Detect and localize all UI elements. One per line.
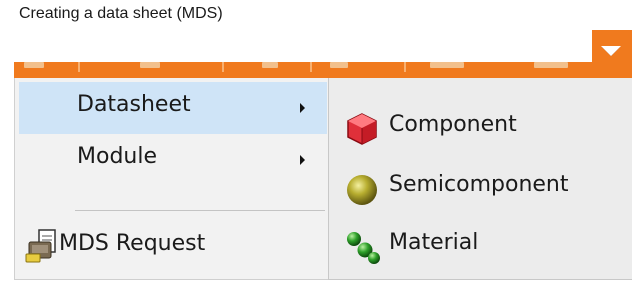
submenu-item-material[interactable]: Material [329,220,629,270]
main-menu: Datasheet Module MDS Request [14,78,330,280]
submenu-item-label: Component [389,112,517,137]
submenu-item-semicomponent[interactable]: Semicomponent [329,162,629,212]
submenu-arrow-icon [300,155,305,165]
submenu-item-component[interactable]: Component [329,102,629,152]
chevron-down-icon [601,46,621,56]
material-molecule-icon [347,232,380,264]
toolbar-separator [310,62,312,72]
mds-request-icon [25,229,56,263]
submenu-item-label: Semicomponent [389,172,569,197]
datasheet-submenu: Component Semicomponent Material [328,78,632,280]
toolbar-icon-stub[interactable] [262,62,278,68]
menu-item-mds-request[interactable]: MDS Request [19,218,327,270]
semicomponent-sphere-icon [347,175,377,205]
submenu-arrow-icon [300,103,305,113]
toolbar-icon-stub[interactable] [534,62,568,68]
toolbar-icon-stub[interactable] [24,62,44,68]
toolbar-icon-stub[interactable] [430,62,464,68]
component-cube-icon [347,113,377,145]
menu-item-label: MDS Request [59,231,206,256]
caption-text: Creating a data sheet (MDS) [19,5,223,22]
menu-item-module[interactable]: Module [19,134,327,186]
toolbar-icon-stub[interactable] [140,62,160,68]
toolbar-separator [78,62,80,72]
toolbar [14,62,632,78]
menu-item-label: Module [77,144,157,169]
menu-item-datasheet[interactable]: Datasheet [19,82,327,134]
menu-divider [75,210,325,211]
submenu-item-label: Material [389,230,479,255]
toolbar-overflow-button[interactable] [592,30,632,78]
toolbar-separator [404,62,406,72]
toolbar-separator [222,62,224,72]
toolbar-icon-stub[interactable] [330,62,348,68]
menu-item-label: Datasheet [77,92,191,117]
